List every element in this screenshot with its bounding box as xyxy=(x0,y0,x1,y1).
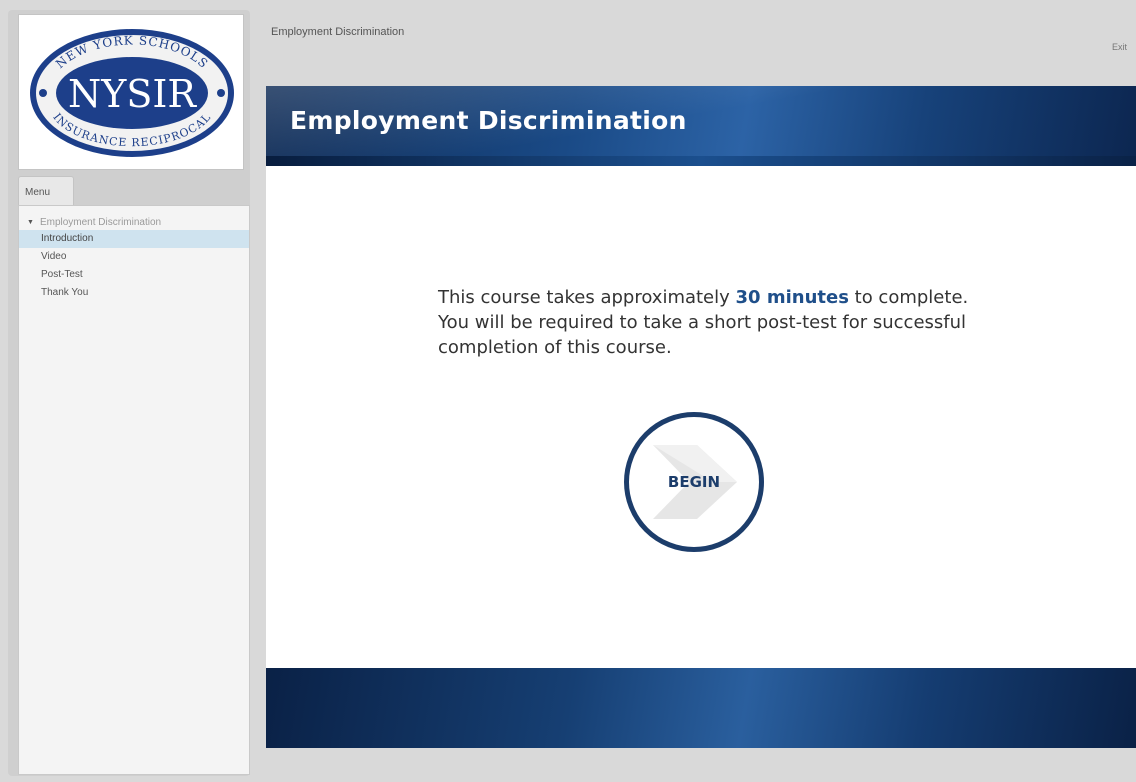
course-title: Employment Discrimination xyxy=(271,26,405,38)
intro-text: This course takes approximately 30 minut… xyxy=(438,285,978,360)
menu-group-employment-discrimination[interactable]: ▼ Employment Discrimination xyxy=(19,214,249,230)
banner-title: Employment Discrimination xyxy=(290,106,687,135)
exit-link[interactable]: Exit xyxy=(1112,42,1127,52)
nysir-logo: NEW YORK SCHOOLS INSURANCE RECIPROCAL NY… xyxy=(30,29,234,157)
sidebar: NEW YORK SCHOOLS INSURANCE RECIPROCAL NY… xyxy=(8,10,250,776)
menu-item-introduction[interactable]: Introduction xyxy=(19,230,249,248)
menu-tab[interactable]: Menu xyxy=(18,176,74,206)
intro-duration: 30 minutes xyxy=(735,287,849,308)
menu-item-thank-you[interactable]: Thank You xyxy=(19,284,249,302)
intro-text-start: This course takes approximately xyxy=(438,287,736,308)
content-stage: Employment Discrimination This course ta… xyxy=(266,86,1136,748)
begin-button[interactable]: BEGIN xyxy=(624,412,764,552)
menu-group-label: Employment Discrimination xyxy=(39,216,162,228)
begin-label: BEGIN xyxy=(667,473,721,491)
title-banner: Employment Discrimination xyxy=(266,86,1136,166)
menu-item-video[interactable]: Video xyxy=(19,248,249,266)
svg-text:NYSIR: NYSIR xyxy=(68,72,197,116)
menu-item-post-test[interactable]: Post-Test xyxy=(19,266,249,284)
menu-panel: ▼ Employment Discrimination Introduction… xyxy=(18,205,250,775)
footer-bar xyxy=(266,668,1136,748)
caret-down-icon: ▼ xyxy=(27,218,34,226)
logo-panel: NEW YORK SCHOOLS INSURANCE RECIPROCAL NY… xyxy=(18,14,244,170)
